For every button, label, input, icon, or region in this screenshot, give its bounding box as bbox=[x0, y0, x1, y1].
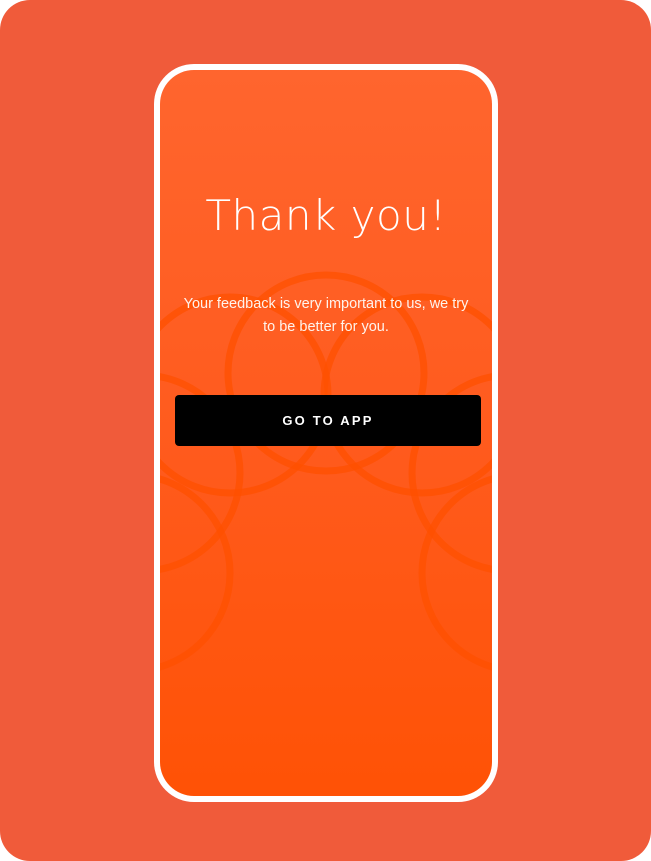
pattern-circle bbox=[160, 475, 234, 671]
page-background: Thank you! Your feedback is very importa… bbox=[0, 0, 651, 861]
go-to-app-button[interactable]: GO TO APP bbox=[175, 395, 481, 446]
phone-screen: Thank you! Your feedback is very importa… bbox=[160, 70, 492, 796]
phone-frame: Thank you! Your feedback is very importa… bbox=[154, 64, 498, 802]
feedback-message: Your feedback is very important to us, w… bbox=[183, 296, 469, 335]
page-title: Thank you! bbox=[205, 191, 447, 240]
pattern-circle bbox=[418, 475, 492, 671]
